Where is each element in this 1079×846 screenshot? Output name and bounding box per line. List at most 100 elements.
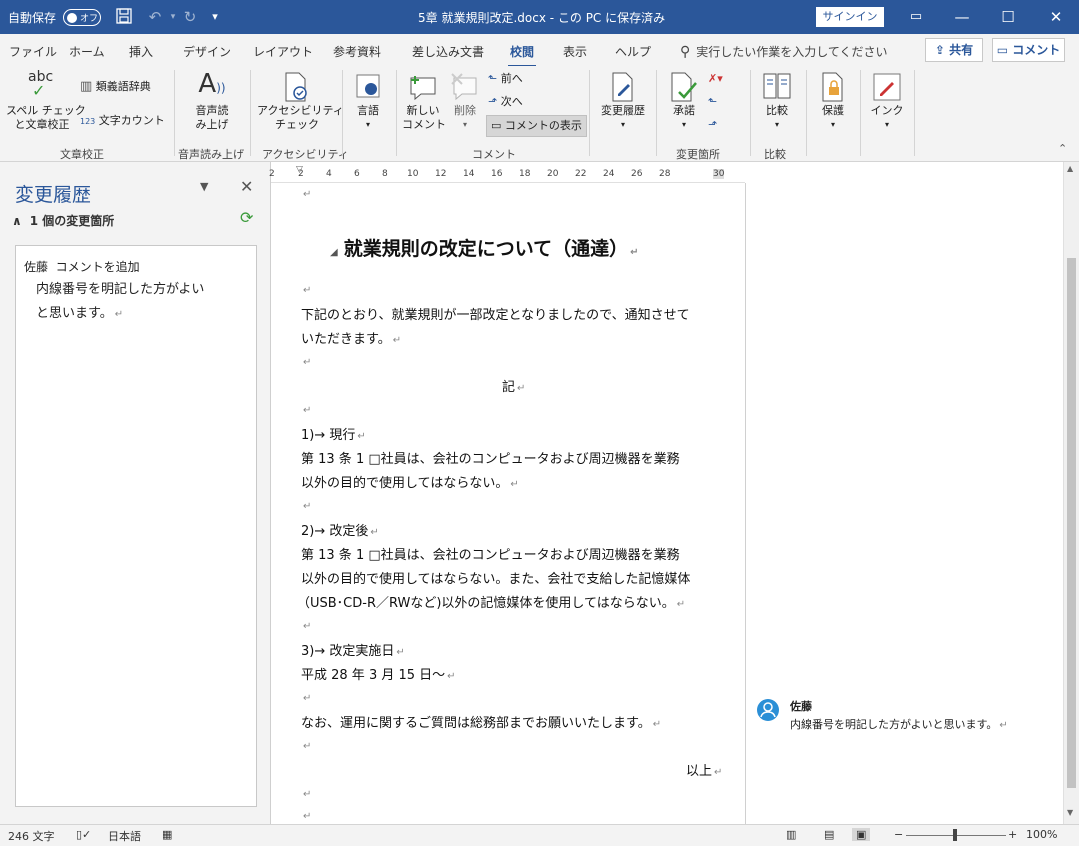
language-icon (350, 70, 386, 104)
next-change-icon[interactable]: ⬏ (708, 118, 717, 132)
protect-button[interactable]: 保護 ▾ (812, 70, 854, 132)
close-icon[interactable]: ✕ (1033, 0, 1079, 34)
minimize-icon[interactable]: — (939, 0, 985, 34)
zoom-level[interactable]: 100% (1026, 828, 1057, 841)
redo-icon[interactable]: ↻ (180, 8, 200, 26)
ruler-number: 2 (298, 169, 304, 179)
chevron-down-icon: ▾ (884, 120, 889, 129)
tab-help[interactable]: ヘルプ (615, 43, 651, 60)
accessibility-check-button[interactable]: アクセシビリティ チェック (257, 70, 344, 132)
thesaurus-label: 類義語辞典 (95, 80, 151, 93)
ruler-number: 18 (519, 169, 531, 179)
body-line: 平成 28 年 3 月 15 日〜 ↵ (301, 668, 456, 683)
paragraph-mark: ↵ (303, 811, 312, 822)
ribbon-display-options-icon[interactable]: ▭ (893, 0, 939, 34)
tab-layout[interactable]: レイアウト (253, 43, 313, 60)
word-count-icon: 123 (80, 117, 96, 126)
previous-change-icon[interactable]: ⬑ (708, 95, 717, 109)
thesaurus-button[interactable]: ▥ 類義語辞典 (80, 80, 151, 94)
scroll-down-icon[interactable]: ▼ (1067, 808, 1073, 817)
pane-options-icon[interactable]: ▼ (200, 180, 208, 193)
tab-review[interactable]: 校閲 (507, 43, 537, 68)
scroll-up-icon[interactable]: ▲ (1067, 164, 1073, 173)
revision-comment-line-1: 内線番号を明記した方がよい (36, 282, 205, 297)
read-mode-icon[interactable]: ▥ (786, 828, 796, 841)
paragraph-mark: ↵ (303, 285, 312, 296)
revision-comment-line-2: と思います。 ↵ (36, 306, 124, 321)
close-pane-icon[interactable]: ✕ (240, 177, 253, 196)
zoom-out-icon[interactable]: − (894, 828, 903, 841)
tab-insert[interactable]: 挿入 (129, 43, 153, 60)
revision-comment-text: 内線番号を明記した方がよい と思います。 ↵ (36, 278, 204, 327)
read-aloud-icon: A)) (198, 69, 226, 99)
tab-mailings[interactable]: 差し込み文書 (412, 43, 484, 60)
undo-dropdown-icon[interactable]: ▾ (168, 8, 178, 26)
customize-toolbar-icon[interactable]: ▾ (208, 8, 222, 26)
comments-button[interactable]: ▭ コメント (992, 38, 1065, 62)
collapse-ribbon-icon[interactable]: ⌃ (1058, 142, 1067, 156)
zoom-in-icon[interactable]: + (1008, 828, 1017, 841)
language-button[interactable]: 言語 ▾ (350, 70, 386, 132)
next-comment-icon: ⬏ (488, 95, 498, 108)
tell-me-search[interactable]: ⚲ 実行したい作業を入力してください (680, 43, 888, 60)
next-comment-button[interactable]: ⬏ 次へ (488, 95, 523, 109)
zoom-slider-thumb[interactable] (953, 829, 957, 841)
track-changes-button[interactable]: 変更履歴 ▾ (596, 70, 650, 132)
compare-icon (756, 70, 798, 104)
share-icon: ⇪ (934, 43, 945, 57)
macro-record-icon[interactable]: ▦ (162, 828, 172, 841)
tab-view[interactable]: 表示 (563, 43, 587, 60)
ruler-number: 16 (491, 169, 503, 179)
new-comment-label-2: コメント (402, 118, 446, 131)
end-line: 以上 ↵ (686, 764, 723, 779)
accessibility-label-2: チェック (275, 118, 319, 131)
group-accessibility: アクセシビリティ (262, 148, 349, 161)
show-comments-button[interactable]: ▭ コメントの表示 (486, 115, 587, 137)
word-count-button[interactable]: 123 文字カウント (80, 114, 165, 129)
word-count-status[interactable]: 246 文字 (8, 828, 55, 844)
share-button[interactable]: ⇪ 共有 (925, 38, 983, 62)
show-comments-icon: ▭ (491, 119, 502, 132)
refresh-icon[interactable]: ⟳ (240, 208, 253, 227)
horizontal-ruler[interactable]: 2 ▽ 2 4 6 8 10 12 14 16 18 20 22 24 26 2… (269, 165, 745, 183)
previous-label: 前へ (500, 72, 523, 85)
comment-text[interactable]: 内線番号を明記した方がよいと思います。 ↵ (790, 716, 1008, 732)
reject-icon[interactable]: ✗▾ (708, 72, 723, 86)
vertical-scrollbar[interactable]: ▲ ▼ (1063, 162, 1079, 824)
ink-button[interactable]: インク ▾ (866, 70, 908, 132)
body-line: 第 13 条 1 □社員は、会社のコンピュータおよび周辺機器を業務 (301, 452, 680, 467)
autosave-toggle[interactable]: オフ (63, 9, 101, 26)
scrollbar-thumb[interactable] (1067, 258, 1076, 788)
next-label: 次へ (500, 95, 523, 108)
delete-comment-button[interactable]: 削除 ▾ (448, 70, 482, 132)
ruler-number: 24 (603, 169, 615, 179)
tab-design[interactable]: デザイン (183, 43, 231, 60)
collapse-heading-icon[interactable]: ◢ (330, 247, 338, 258)
share-label: 共有 (949, 43, 974, 57)
print-layout-icon[interactable]: ▤ (824, 828, 834, 841)
compare-button[interactable]: 比較 ▾ (756, 70, 798, 132)
undo-icon[interactable]: ↶ (144, 8, 166, 26)
previous-comment-button[interactable]: ⬑ 前へ (488, 72, 523, 86)
proofing-status-icon[interactable]: ▯✓ (76, 828, 91, 841)
divider (342, 70, 343, 156)
spelling-button[interactable]: abc ✓ スペル チェック と文章校正 (6, 70, 86, 132)
paragraph-mark: ↵ (303, 693, 312, 704)
item-heading: 3)→ 改定実施日 ↵ (301, 644, 405, 659)
new-comment-icon (402, 70, 444, 104)
tab-home[interactable]: ホーム (69, 43, 105, 60)
revision-item[interactable]: 佐藤 コメントを追加 (24, 258, 140, 275)
tab-references[interactable]: 参考資料 (333, 43, 381, 60)
maximize-icon[interactable]: ☐ (985, 0, 1031, 34)
group-proofing: 文章校正 (60, 148, 104, 161)
new-comment-button[interactable]: 新しい コメント (402, 70, 446, 132)
signin-button[interactable]: サインイン (816, 7, 884, 27)
tab-file[interactable]: ファイル (9, 43, 57, 60)
save-icon[interactable] (114, 8, 134, 28)
accept-button[interactable]: 承諾 ▾ (664, 70, 704, 132)
web-layout-icon[interactable]: ▣ (852, 828, 871, 841)
language-status[interactable]: 日本語 (108, 828, 141, 844)
summary-row[interactable]: ∧ 1 個の変更箇所 (12, 212, 114, 229)
body-line: 以外の目的で使用してはならない。 ↵ (301, 476, 519, 491)
read-aloud-button[interactable]: A)) 音声読 み上げ (184, 70, 240, 132)
